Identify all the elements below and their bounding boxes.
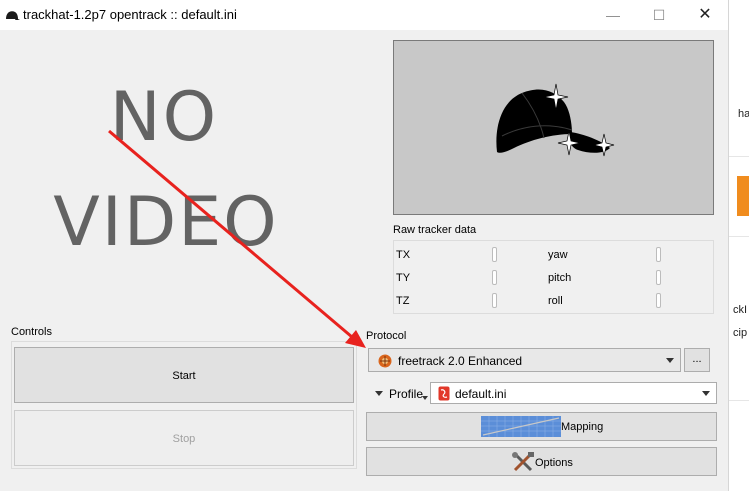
annotation-arrow xyxy=(108,129,366,348)
